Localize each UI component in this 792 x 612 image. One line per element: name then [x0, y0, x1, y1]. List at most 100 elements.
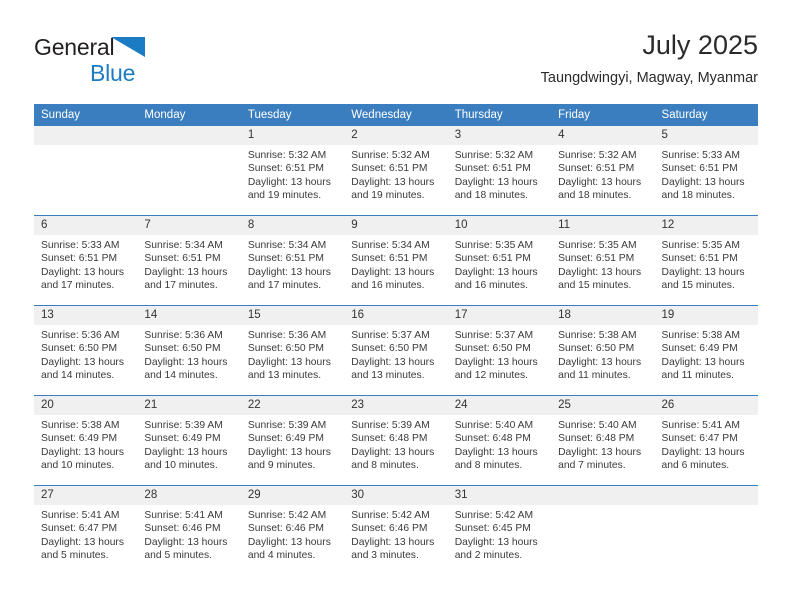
day-number: [654, 486, 758, 505]
daylight-text-line2: and 14 minutes.: [41, 370, 115, 382]
sunset-text: Sunset: 6:51 PM: [351, 163, 428, 175]
weekday-header-tuesday: Tuesday: [240, 104, 345, 126]
day-cell-details: Sunrise: 5:33 AM Sunset: 6:51 PM Daylight:…: [34, 235, 137, 293]
calendar-day-cell[interactable]: 23 Sunrise: 5:39 AM Sunset: 6:48 PM Dayligh…: [344, 395, 448, 486]
day-number: 3: [447, 126, 552, 145]
daylight-text-line2: and 2 minutes.: [454, 550, 523, 562]
sunrise-text: Sunrise: 5:39 AM: [144, 420, 223, 431]
daylight-text-line1: Daylight: 13 hours: [247, 266, 331, 278]
day-number: 21: [137, 396, 241, 415]
day-cell-inner: 31 Sunrise: 5:42 AM Sunset: 6:45 PM Dayligh…: [447, 486, 552, 575]
daylight-text-line1: Daylight: 13 hours: [558, 356, 642, 368]
calendar-day-cell[interactable]: 12 Sunrise: 5:35 AM Sunset: 6:51 PM Dayligh…: [654, 215, 758, 306]
day-number: 23: [344, 396, 448, 415]
day-number: 4: [551, 126, 655, 145]
calendar-day-cell[interactable]: 18 Sunrise: 5:38 AM Sunset: 6:50 PM Dayligh…: [551, 305, 655, 396]
sunset-text: Sunset: 6:51 PM: [454, 253, 531, 265]
day-cell-details: Sunrise: 5:42 AM Sunset: 6:46 PM Daylight:…: [344, 505, 447, 563]
sunrise-text: Sunrise: 5:38 AM: [661, 330, 740, 341]
logo-text-general: General: [34, 34, 115, 60]
generalblue-logo[interactable]: General Blue: [34, 34, 214, 90]
calendar-day-cell[interactable]: 21 Sunrise: 5:39 AM Sunset: 6:49 PM Dayligh…: [137, 395, 241, 486]
calendar-day-cell[interactable]: 8 Sunrise: 5:34 AM Sunset: 6:51 PM Daylight…: [240, 215, 345, 306]
calendar-day-cell: [34, 126, 138, 216]
calendar-day-cell[interactable]: 15 Sunrise: 5:36 AM Sunset: 6:50 PM Dayligh…: [240, 305, 345, 396]
day-number: 9: [344, 216, 448, 235]
daylight-text-line1: Daylight: 13 hours: [661, 446, 745, 458]
day-cell-details: Sunrise: 5:36 AM Sunset: 6:50 PM Daylight:…: [241, 325, 344, 383]
sunrise-text: Sunrise: 5:41 AM: [144, 510, 223, 521]
sunset-text: Sunset: 6:47 PM: [41, 523, 118, 535]
calendar-day-cell[interactable]: 10 Sunrise: 5:35 AM Sunset: 6:51 PM Dayligh…: [447, 215, 552, 306]
sunrise-text: Sunrise: 5:42 AM: [351, 510, 430, 521]
calendar-day-cell[interactable]: 16 Sunrise: 5:37 AM Sunset: 6:50 PM Dayligh…: [344, 305, 448, 396]
day-number: 16: [344, 306, 448, 325]
sunrise-text: Sunrise: 5:39 AM: [351, 420, 430, 431]
calendar-day-cell[interactable]: 27 Sunrise: 5:41 AM Sunset: 6:47 PM Dayligh…: [34, 485, 138, 575]
calendar-day-cell[interactable]: 25 Sunrise: 5:40 AM Sunset: 6:48 PM Dayligh…: [551, 395, 655, 486]
calendar-day-cell[interactable]: 20 Sunrise: 5:38 AM Sunset: 6:49 PM Dayligh…: [34, 395, 138, 486]
day-cell-inner: 14 Sunrise: 5:36 AM Sunset: 6:50 PM Dayligh…: [137, 306, 241, 395]
sunset-text: Sunset: 6:48 PM: [558, 433, 635, 445]
calendar-day-cell[interactable]: 13 Sunrise: 5:36 AM Sunset: 6:50 PM Dayligh…: [34, 305, 138, 396]
daylight-text-line2: and 6 minutes.: [661, 460, 730, 472]
day-cell-details: Sunrise: 5:36 AM Sunset: 6:50 PM Daylight:…: [34, 325, 137, 383]
calendar-day-cell[interactable]: 29 Sunrise: 5:42 AM Sunset: 6:46 PM Dayligh…: [240, 485, 345, 575]
day-number: 11: [551, 216, 655, 235]
calendar-day-cell[interactable]: 2 Sunrise: 5:32 AM Sunset: 6:51 PM Daylight…: [344, 126, 448, 216]
sunset-text: Sunset: 6:50 PM: [247, 343, 324, 355]
day-cell-inner: 10 Sunrise: 5:35 AM Sunset: 6:51 PM Dayligh…: [447, 216, 552, 305]
day-number: 19: [654, 306, 758, 325]
daylight-text-line1: Daylight: 13 hours: [454, 176, 538, 188]
calendar-day-cell[interactable]: 17 Sunrise: 5:37 AM Sunset: 6:50 PM Dayligh…: [447, 305, 552, 396]
calendar-grid: Sunday Monday Tuesday Wednesday Thursday…: [34, 104, 758, 575]
day-cell-inner: [654, 486, 758, 575]
day-cell-details: Sunrise: 5:38 AM Sunset: 6:49 PM Daylight:…: [655, 325, 758, 383]
calendar-day-cell[interactable]: 26 Sunrise: 5:41 AM Sunset: 6:47 PM Dayligh…: [654, 395, 758, 486]
calendar-day-cell[interactable]: 6 Sunrise: 5:33 AM Sunset: 6:51 PM Daylight…: [34, 215, 138, 306]
sunrise-text: Sunrise: 5:42 AM: [454, 510, 534, 521]
calendar-day-cell[interactable]: 11 Sunrise: 5:35 AM Sunset: 6:51 PM Dayligh…: [551, 215, 655, 306]
day-cell-details: Sunrise: 5:40 AM Sunset: 6:48 PM Daylight:…: [551, 415, 654, 473]
day-number: [137, 126, 241, 145]
day-cell-inner: 4 Sunrise: 5:32 AM Sunset: 6:51 PM Daylight…: [551, 126, 655, 215]
daylight-text-line1: Daylight: 13 hours: [454, 536, 538, 548]
calendar-day-cell[interactable]: 19 Sunrise: 5:38 AM Sunset: 6:49 PM Dayligh…: [654, 305, 758, 396]
sunset-text: Sunset: 6:45 PM: [454, 523, 531, 535]
calendar-day-cell[interactable]: 3 Sunrise: 5:32 AM Sunset: 6:51 PM Daylight…: [447, 126, 552, 216]
calendar-day-cell[interactable]: 31 Sunrise: 5:42 AM Sunset: 6:45 PM Dayligh…: [447, 485, 552, 575]
weekday-header-monday: Monday: [137, 104, 241, 126]
sunset-text: Sunset: 6:48 PM: [351, 433, 428, 445]
day-cell-details: Sunrise: 5:39 AM Sunset: 6:49 PM Daylight:…: [137, 415, 240, 473]
sunset-text: Sunset: 6:51 PM: [661, 253, 738, 265]
daylight-text-line2: and 9 minutes.: [247, 460, 316, 472]
day-cell-details: Sunrise: 5:35 AM Sunset: 6:51 PM Daylight:…: [655, 235, 758, 293]
calendar-day-cell[interactable]: 7 Sunrise: 5:34 AM Sunset: 6:51 PM Daylight…: [137, 215, 241, 306]
day-cell-details: [137, 145, 240, 149]
sunset-text: Sunset: 6:46 PM: [144, 523, 221, 535]
calendar-day-cell[interactable]: 24 Sunrise: 5:40 AM Sunset: 6:48 PM Dayligh…: [447, 395, 552, 486]
day-cell-inner: 30 Sunrise: 5:42 AM Sunset: 6:46 PM Dayligh…: [344, 486, 448, 575]
day-cell-inner: 5 Sunrise: 5:33 AM Sunset: 6:51 PM Daylight…: [654, 126, 758, 215]
sunrise-text: Sunrise: 5:40 AM: [454, 420, 534, 431]
calendar-day-cell[interactable]: 9 Sunrise: 5:34 AM Sunset: 6:51 PM Daylight…: [344, 215, 448, 306]
day-number: 12: [654, 216, 758, 235]
calendar-day-cell[interactable]: 22 Sunrise: 5:39 AM Sunset: 6:49 PM Dayligh…: [240, 395, 345, 486]
calendar-day-cell[interactable]: 4 Sunrise: 5:32 AM Sunset: 6:51 PM Daylight…: [551, 126, 655, 216]
calendar-day-cell[interactable]: 30 Sunrise: 5:42 AM Sunset: 6:46 PM Dayligh…: [344, 485, 448, 575]
day-cell-details: Sunrise: 5:41 AM Sunset: 6:46 PM Daylight:…: [137, 505, 240, 563]
day-number: 10: [447, 216, 552, 235]
daylight-text-line2: and 19 minutes.: [351, 190, 425, 202]
calendar-day-cell[interactable]: 1 Sunrise: 5:32 AM Sunset: 6:51 PM Daylight…: [240, 126, 345, 216]
day-number: 14: [137, 306, 241, 325]
calendar-week-row: 20 Sunrise: 5:38 AM Sunset: 6:49 PM Dayligh…: [34, 395, 758, 486]
calendar-day-cell[interactable]: 5 Sunrise: 5:33 AM Sunset: 6:51 PM Daylight…: [654, 126, 758, 216]
day-number: [34, 126, 138, 145]
calendar-day-cell[interactable]: 28 Sunrise: 5:41 AM Sunset: 6:46 PM Dayligh…: [137, 485, 241, 575]
day-number: 28: [137, 486, 241, 505]
calendar-header-row: Sunday Monday Tuesday Wednesday Thursday…: [34, 104, 758, 126]
title-block: July 2025 Taungdwingyi, Magway, Myanmar: [541, 28, 758, 89]
daylight-text-line1: Daylight: 13 hours: [144, 446, 228, 458]
calendar-day-cell[interactable]: 14 Sunrise: 5:36 AM Sunset: 6:50 PM Dayligh…: [137, 305, 241, 396]
daylight-text-line2: and 3 minutes.: [351, 550, 419, 562]
